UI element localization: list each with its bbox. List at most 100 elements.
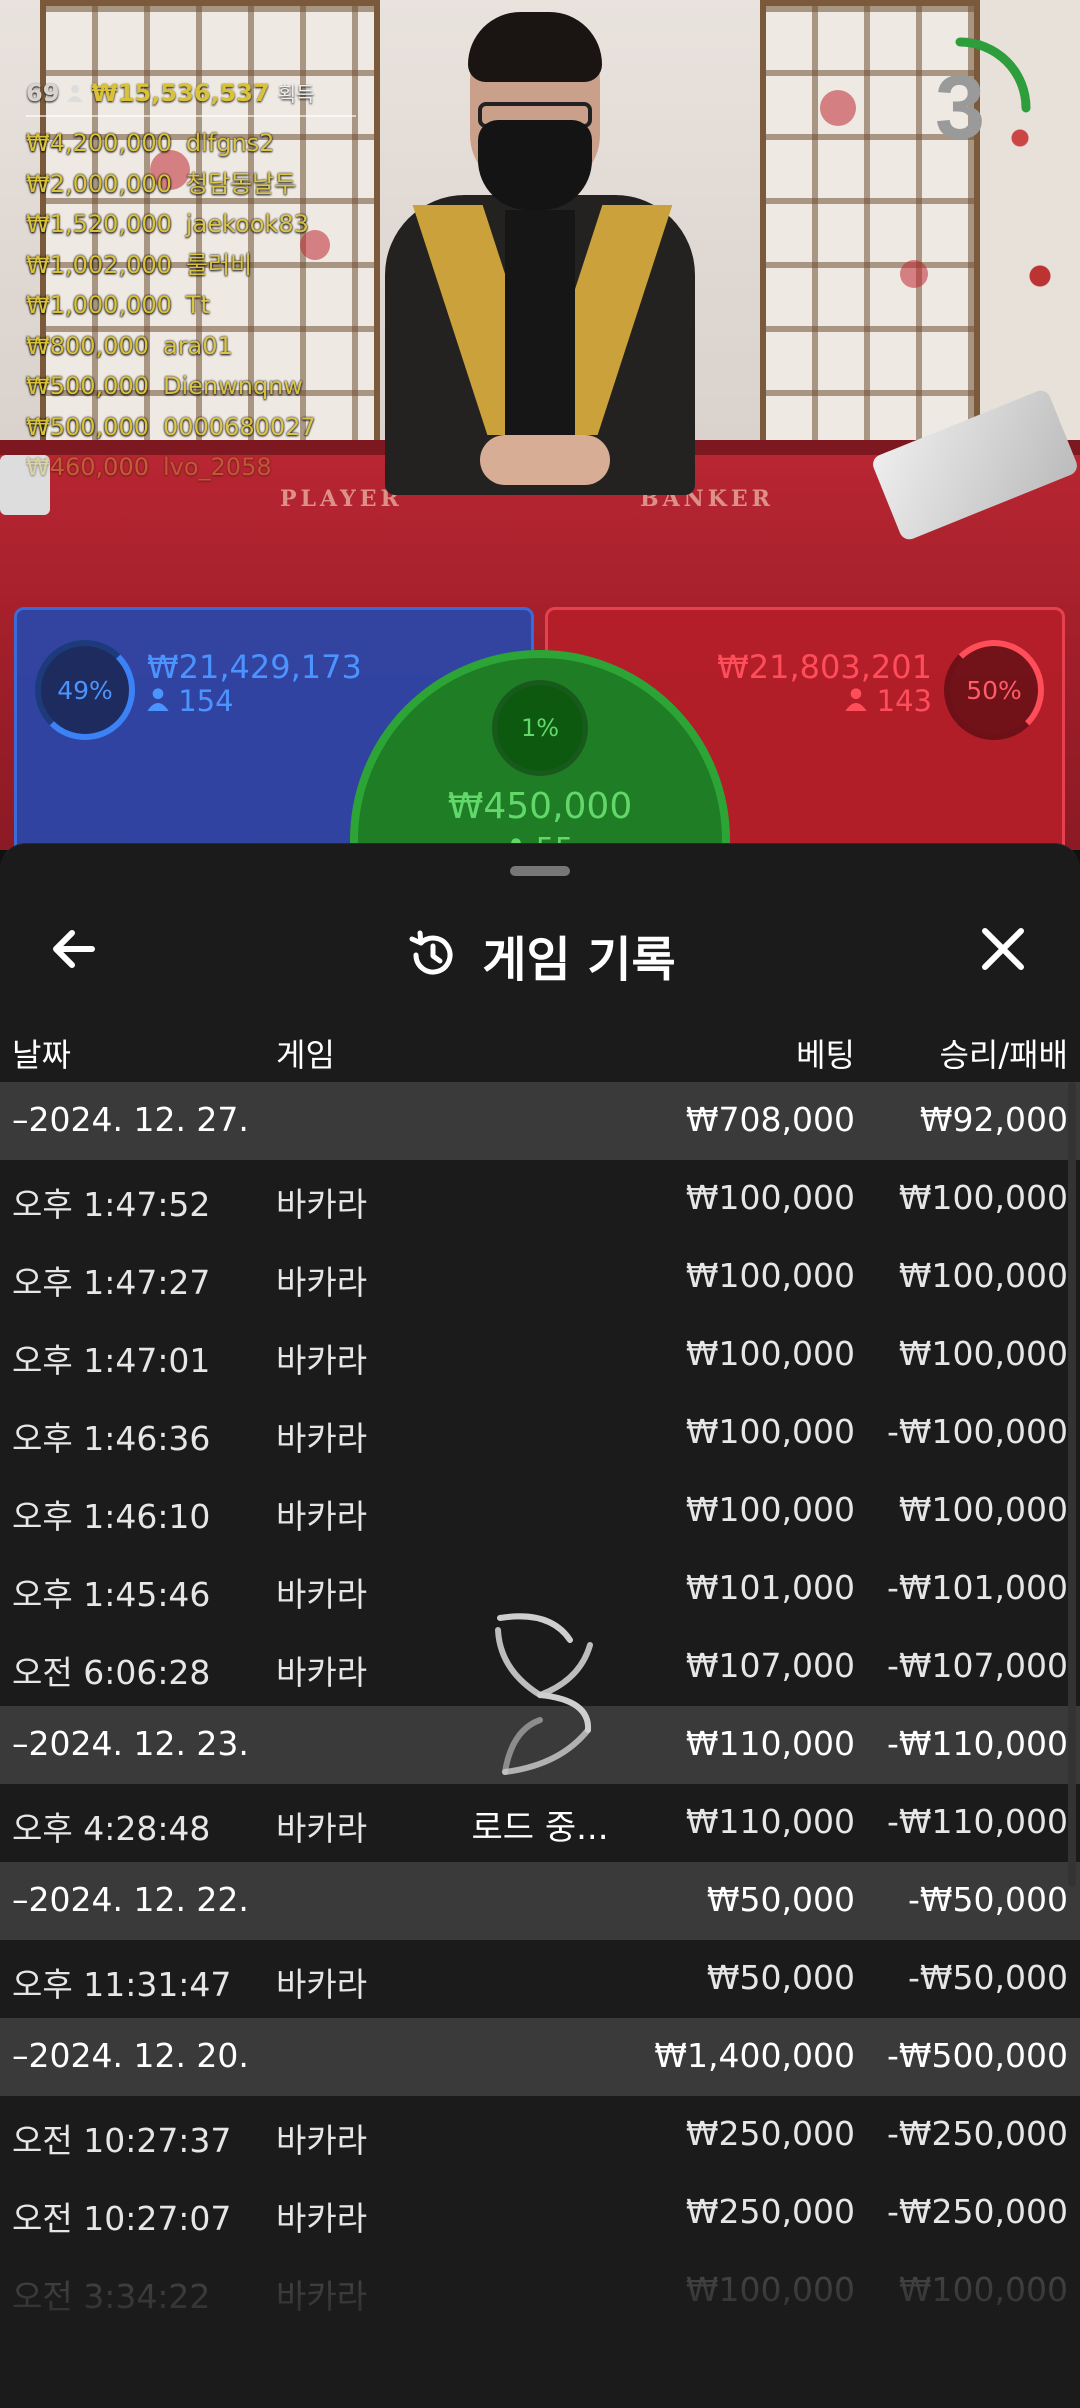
row-game: 바카라 xyxy=(276,2121,368,2160)
spinner-icon xyxy=(495,1613,593,1775)
leaderboard-entry: ₩460,000 lvo_2058 xyxy=(26,447,356,488)
leaderboard-entry: ₩2,000,000 청담동날두 xyxy=(26,164,356,205)
row-result: -₩50,000 xyxy=(907,1958,1068,1997)
row-bet: ₩100,000 xyxy=(685,1256,855,1295)
row-result: -₩101,000 xyxy=(886,1568,1068,1607)
leaderboard-amount: ₩4,200,000 xyxy=(26,129,172,157)
sheet-title: 게임 기록 xyxy=(482,932,676,988)
row-result: ₩100,000 xyxy=(898,1178,1068,1217)
row-date: 오후 1:47:01 xyxy=(12,1341,211,1380)
row-date: –2024. 12. 22. xyxy=(12,1880,249,1919)
row-bet: ₩100,000 xyxy=(685,1334,855,1373)
row-game: 바카라 xyxy=(276,1419,368,1458)
row-date: –2024. 12. 23. xyxy=(12,1724,249,1763)
round-countdown: 3 xyxy=(880,28,1040,188)
leaderboard-username: 룰러비 xyxy=(185,250,253,279)
winnings-suffix: 획득 xyxy=(277,82,315,106)
row-date: 오후 11:31:47 xyxy=(12,1965,232,2004)
winners-leaderboard: 69 ₩15,536,537 획득 ₩4,200,000 dlfgns2 ₩2,00… xyxy=(26,78,356,488)
dealer-mask xyxy=(478,120,592,210)
row-date: 오전 10:27:07 xyxy=(12,2199,232,2238)
person-icon xyxy=(147,688,169,711)
person-icon xyxy=(845,688,868,711)
row-date: 오후 1:47:52 xyxy=(12,1185,211,1224)
date-group-row[interactable]: –2024. 12. 20. ₩1,400,000 -₩500,000 xyxy=(0,2018,1080,2096)
column-result: 승리/패배 xyxy=(939,1036,1068,1074)
row-result: ₩100,000 xyxy=(898,1334,1068,1373)
row-game: 바카라 xyxy=(276,1497,368,1536)
row-result: -₩110,000 xyxy=(886,1724,1068,1763)
loading-text: 로드 중... xyxy=(471,1808,609,1848)
leaderboard-entry: ₩4,200,000 dlfgns2 xyxy=(26,123,356,164)
history-row: 오전 10:27:07 바카라 ₩250,000 -₩250,000 xyxy=(0,2174,1080,2252)
tie-total-bet: ₩450,000 xyxy=(447,786,633,827)
scrollbar[interactable] xyxy=(1068,1082,1076,1887)
row-date: 오후 1:46:36 xyxy=(12,1419,211,1458)
person-icon xyxy=(67,84,84,102)
row-game: 바카라 xyxy=(276,2199,368,2238)
row-bet: ₩50,000 xyxy=(706,1880,855,1919)
row-date: 오후 1:45:46 xyxy=(12,1575,211,1614)
row-result: -₩250,000 xyxy=(886,2192,1068,2231)
row-game: 바카라 xyxy=(276,1965,368,2004)
row-bet: ₩101,000 xyxy=(685,1568,855,1607)
leaderboard-username: 0000680027 xyxy=(162,412,316,441)
row-result: -₩110,000 xyxy=(886,1802,1068,1841)
dealer-hands xyxy=(480,435,610,485)
row-game: 바카라 xyxy=(276,1341,368,1380)
history-row: 오후 1:47:27 바카라 ₩100,000 ₩100,000 xyxy=(0,1238,1080,1316)
row-date: –2024. 12. 27. xyxy=(12,1100,249,1139)
leaderboard-amount: ₩1,520,000 xyxy=(26,210,172,238)
row-bet: ₩100,000 xyxy=(685,1178,855,1217)
row-date: 오전 6:06:28 xyxy=(12,1653,211,1692)
leaderboard-entry: ₩1,000,000 Tt xyxy=(26,285,356,326)
leaderboard-username: lvo_2058 xyxy=(162,453,272,481)
leaderboard-username: jaekook83 xyxy=(185,210,309,238)
row-date: 오전 10:27:37 xyxy=(12,2121,232,2160)
leaderboard-header: 69 ₩15,536,537 획득 xyxy=(26,78,356,117)
loading-indicator: 로드 중... xyxy=(440,1600,640,1860)
row-game: 바카라 xyxy=(276,1575,368,1614)
row-date: –2024. 12. 20. xyxy=(12,2036,249,2075)
row-bet: ₩250,000 xyxy=(685,2114,855,2153)
total-winnings: ₩15,536,537 xyxy=(91,78,270,107)
row-result: ₩100,000 xyxy=(898,1490,1068,1529)
history-icon xyxy=(409,930,453,975)
leaderboard-username: Dienwnqnw xyxy=(162,372,304,400)
leaderboard-amount: ₩1,002,000 xyxy=(26,250,172,279)
table-header: 날짜 게임 베팅 승리/패배 xyxy=(0,1020,1080,1080)
row-bet: ₩100,000 xyxy=(685,1490,855,1529)
date-group-row[interactable]: –2024. 12. 22. ₩50,000 -₩50,000 xyxy=(0,1862,1080,1940)
banker-total-bet: ₩21,803,201 xyxy=(717,648,932,686)
leaderboard-amount: ₩800,000 xyxy=(26,331,149,360)
viewer-count: 69 xyxy=(26,78,60,107)
history-row: 오후 1:47:52 바카라 ₩100,000 ₩100,000 xyxy=(0,1160,1080,1238)
player-percent: 49% xyxy=(35,640,135,740)
row-bet: ₩708,000 xyxy=(685,1100,855,1139)
row-bet: ₩1,400,000 xyxy=(654,2036,855,2075)
player-bettor-count: 154 xyxy=(178,684,234,718)
column-date: 날짜 xyxy=(12,1036,71,1074)
felt-player-label: PLAYER xyxy=(280,486,403,512)
date-group-row[interactable]: –2024. 12. 27. ₩708,000 ₩92,000 xyxy=(0,1082,1080,1160)
row-bet: ₩110,000 xyxy=(685,1724,855,1763)
player-total-bet: ₩21,429,173 xyxy=(147,648,362,686)
row-game: 바카라 xyxy=(276,1263,368,1302)
sheet-drag-handle[interactable] xyxy=(510,866,570,876)
leaderboard-entry: ₩500,000 0000680027 xyxy=(26,407,356,448)
row-result: -₩250,000 xyxy=(886,2114,1068,2153)
leaderboard-username: dlfgns2 xyxy=(185,129,275,157)
row-result: -₩500,000 xyxy=(886,2036,1068,2075)
sheet-header: 게임 기록 xyxy=(0,894,1080,1004)
leaderboard-entry: ₩500,000 Dienwnqnw xyxy=(26,366,356,407)
history-row: 오후 1:46:10 바카라 ₩100,000 ₩100,000 xyxy=(0,1472,1080,1550)
row-result: -₩50,000 xyxy=(907,1880,1068,1919)
close-button[interactable] xyxy=(968,914,1038,984)
row-date: 오후 1:47:27 xyxy=(12,1263,211,1302)
history-row: 오전 10:27:37 바카라 ₩250,000 -₩250,000 xyxy=(0,2096,1080,2174)
row-game: 바카라 xyxy=(276,1185,368,1224)
row-bet: ₩107,000 xyxy=(685,1646,855,1685)
leaderboard-amount: ₩500,000 xyxy=(26,372,149,400)
row-game: 바카라 xyxy=(276,1809,368,1848)
column-bet: 베팅 xyxy=(796,1036,855,1074)
